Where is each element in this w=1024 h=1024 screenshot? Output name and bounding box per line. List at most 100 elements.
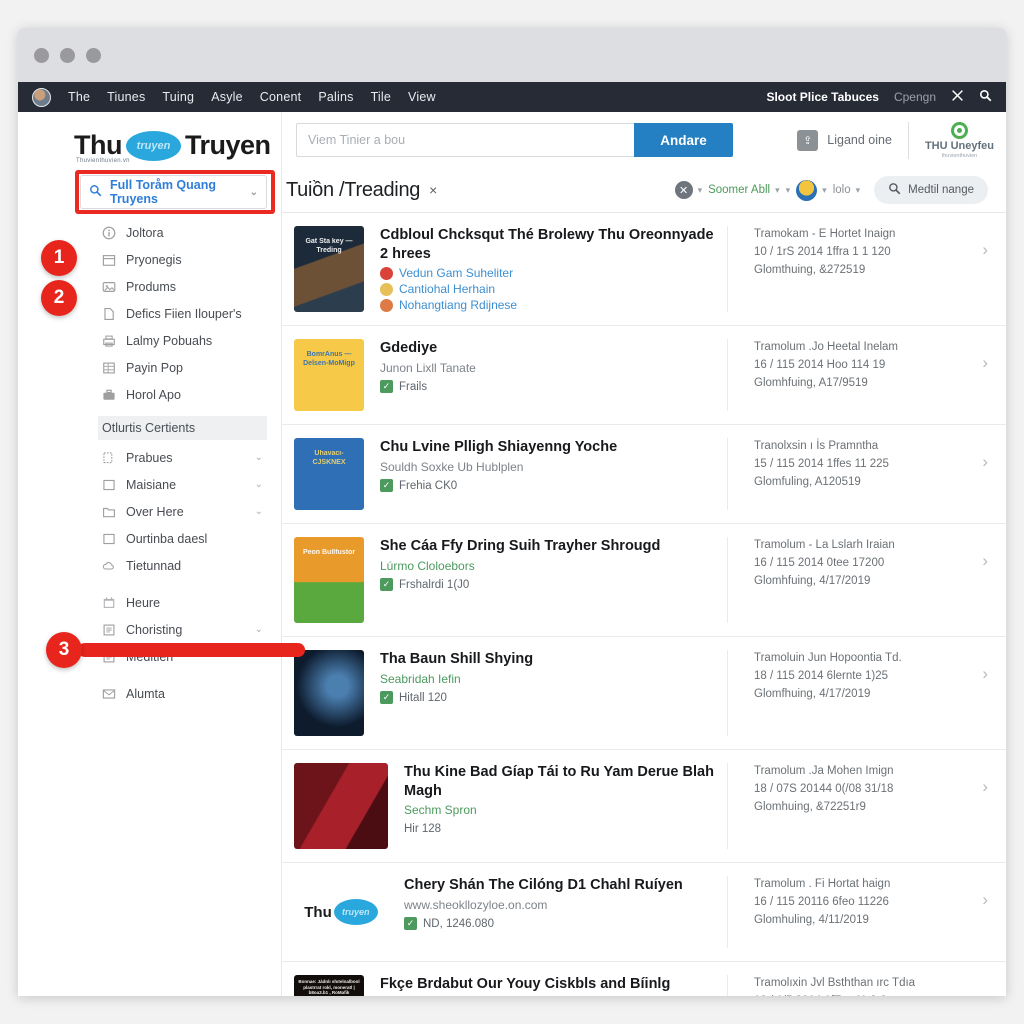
row-tag-label: Frehia CK0 — [399, 479, 458, 492]
row-meta-line-0: Tramolum . Fi Hortat haign — [754, 878, 891, 891]
row-title: Fkçe Brdabut Our Youy Ciskbls and Bíinlg — [380, 976, 671, 993]
sidebar-item-label: Lalmy Pobuahs — [126, 333, 213, 348]
chevron-down-icon[interactable]: ⌄ — [255, 479, 263, 490]
row-divider — [727, 339, 728, 412]
sidebar-item-5[interactable]: Payin Pop — [18, 354, 281, 381]
row-tag-0[interactable]: ✓ Frshalrdi 1(J0 — [380, 578, 717, 592]
table-row[interactable]: Peon Bullfustor She Cáa Ffy Dring Suih T… — [282, 524, 1006, 638]
chevron-down-icon: ⌄ — [249, 186, 258, 198]
sidebar-item-9[interactable]: Over Here ⌄ — [18, 498, 281, 525]
filter-controls: ✕ ▾ Soomer Abll ▾ ▾ ▾ lolo ▾ Medtil nang… — [674, 176, 988, 204]
row-main: Fkçe Brdabut Our Youy Ciskbls and Bíinlg… — [380, 975, 727, 996]
menubar-campaign-link[interactable]: Cpengn — [894, 90, 936, 104]
filter-cancel[interactable]: ✕ ▾ — [674, 181, 702, 199]
chevron-down-icon-extra[interactable]: ▾ — [786, 185, 791, 196]
chevron-right-icon[interactable]: › — [966, 975, 988, 996]
chevron-down-icon[interactable]: ⌄ — [255, 506, 263, 517]
upload-button[interactable]: ⇪ Ligand oine — [797, 129, 908, 151]
annotation-badge-1: 1 — [41, 240, 77, 276]
table-row[interactable]: Thu truyen Chery Shán The Cilóng D1 Chah… — [282, 863, 1006, 963]
sidebar-item-11[interactable]: Tietunnad — [18, 552, 281, 579]
row-meta-line-1: 19 / 1/5 2014 1fTeş 11 2³9 — [754, 993, 966, 996]
table-row[interactable]: Tha Baun Shill Shying Seabridah Iefin ✓ … — [282, 637, 1006, 751]
chevron-right-icon[interactable]: › — [966, 537, 988, 571]
row-title: Thu Kine Bad Gíap Tái to Ru Yam Derue Bl… — [404, 764, 714, 799]
row-meta-line-0: Tramolum - La Lslarh Iraian — [754, 539, 895, 552]
secondary-brand-subtitle: thuvienthuvien — [941, 152, 978, 159]
chevron-right-icon[interactable]: › — [966, 438, 988, 472]
sidebar-search-select[interactable]: Full Toråm Quang Truyens ⌄ — [80, 175, 267, 209]
sidebar-item-10[interactable]: Ourtinba daesl — [18, 525, 281, 552]
menu-item-6[interactable]: Tile — [371, 90, 391, 104]
chevron-right-icon[interactable]: › — [966, 226, 988, 260]
menu-item-3[interactable]: Asyle — [211, 90, 243, 104]
row-main: She Cáa Ffy Dring Suih Trayher Shrougd L… — [380, 537, 727, 592]
menu-item-7[interactable]: View — [408, 90, 436, 104]
sidebar-item-7[interactable]: Prabues ⌄ — [18, 444, 281, 471]
chevron-right-icon[interactable]: › — [966, 339, 988, 373]
row-tag-0[interactable]: ✓ Frehia CK0 — [380, 479, 717, 493]
row-chip-0[interactable]: Vedun Gam Suheliter — [380, 266, 717, 280]
row-main: Gdediye Junon Lixll Tanate ✓ Frails — [380, 339, 727, 394]
user-avatar-icon[interactable] — [32, 87, 51, 107]
sidebar-divider-2 — [18, 670, 281, 680]
modify-range-button[interactable]: Medtil nange — [874, 176, 988, 204]
row-meta-line-0: Tramolıxin Jvl Bsththan ırc Tdıa — [754, 977, 916, 990]
menubar-left: The Tiunes Tuing Asyle Conent Palins Til… — [32, 87, 436, 107]
table-row[interactable]: BomrAnus — Delsen-MoMigp Gdediye Junon L… — [282, 326, 1006, 426]
check-icon: ✓ — [380, 380, 393, 394]
briefcase-icon — [102, 388, 116, 402]
table-row[interactable]: Gat Sta key — Treding Cdbloul Chcksqut T… — [282, 213, 1006, 327]
window-maximize-button[interactable] — [86, 47, 101, 63]
row-main: Chu Lvine Plligh Shiayenng Yoche Souldh … — [380, 438, 727, 493]
menu-item-5[interactable]: Palins — [318, 90, 353, 104]
close-icon[interactable]: × — [429, 182, 437, 198]
table-row[interactable]: Thu Kine Bad Gíap Tái to Ru Yam Derue Bl… — [282, 750, 1006, 864]
result-list[interactable]: Gat Sta key — Treding Cdbloul Chcksqut T… — [282, 212, 1006, 996]
row-subtitle: Lúrmo Cloloebors — [380, 558, 475, 573]
row-divider — [727, 650, 728, 737]
table-row[interactable]: Bonnae: Jádnlı shıtelnalbool plastrrat r… — [282, 962, 1006, 996]
close-icon[interactable] — [951, 89, 964, 105]
search-input[interactable] — [296, 123, 634, 157]
row-tag-0[interactable]: ✓ Frails — [380, 380, 717, 394]
menu-item-1[interactable]: Tiunes — [107, 90, 145, 104]
row-chip-1[interactable]: Cantiohal Herhain — [380, 282, 717, 296]
search-submit-button[interactable]: Andare — [634, 123, 733, 157]
chevron-down-icon[interactable]: ⌄ — [255, 452, 263, 463]
tab-bar: Tuiồn /Treading × ✕ ▾ Soomer Abll ▾ ▾ ▾ — [282, 168, 1006, 212]
row-meta-line-0: Tramokam - E Hortet Inaign — [754, 228, 896, 240]
row-tag-0[interactable]: ✓ Hitall 120 — [380, 691, 717, 705]
chevron-right-icon[interactable]: › — [966, 876, 988, 910]
sidebar-item-4[interactable]: Lalmy Pobuahs — [18, 327, 281, 354]
thumbnail — [294, 650, 364, 737]
window-minimize-button[interactable] — [60, 47, 75, 63]
sidebar-item-12[interactable]: Heure — [18, 589, 281, 616]
table-row[interactable]: Uhavacı- CJSKNEX Chu Lvine Plligh Shiaye… — [282, 425, 1006, 525]
chevron-down-icon[interactable]: ⌄ — [255, 624, 263, 635]
filter-owner[interactable]: Soomer Abll ▾ — [708, 184, 780, 196]
menu-item-0[interactable]: The — [68, 90, 90, 104]
filter-user[interactable]: ▾ — [796, 179, 827, 201]
row-meta-line-0: Tranolxsin ı İs Pramntha — [754, 440, 879, 453]
check-icon: ✓ — [380, 578, 393, 592]
menu-item-2[interactable]: Tuing — [162, 90, 194, 104]
row-chip-2[interactable]: Nohangtiang Rdijnese — [380, 298, 717, 312]
menu-item-4[interactable]: Conent — [260, 90, 302, 104]
filter-label[interactable]: lolo ▾ — [833, 184, 860, 196]
chevron-right-icon[interactable]: › — [966, 650, 988, 684]
row-tag-0[interactable]: ✓ ND, 1246.080 — [404, 917, 717, 931]
sidebar-item-8[interactable]: Maisiane ⌄ — [18, 471, 281, 498]
sidebar-item-15[interactable]: Alumta — [18, 680, 281, 707]
secondary-brand-title: THU Uneyfeu — [924, 139, 994, 152]
chevron-right-icon[interactable]: › — [966, 763, 988, 797]
main-content: Andare ⇪ Ligand oine THU Uneyfeu thuvien… — [282, 112, 1006, 996]
row-meta: Tramoluin Jun Hopoontia Td. 18 / 115 201… — [754, 650, 966, 703]
sidebar-section-header: Otlurtis Certients — [98, 416, 267, 440]
browser-window: The Tiunes Tuing Asyle Conent Palins Til… — [18, 28, 1006, 996]
row-meta-line-2: Glomthuing, &272519 — [754, 263, 866, 276]
window-close-button[interactable] — [34, 47, 49, 63]
sidebar-item-6[interactable]: Horol Apo — [18, 381, 281, 408]
row-main: Thu Kine Bad Gíap Tái to Ru Yam Derue Bl… — [404, 763, 727, 835]
search-icon[interactable] — [979, 89, 992, 105]
